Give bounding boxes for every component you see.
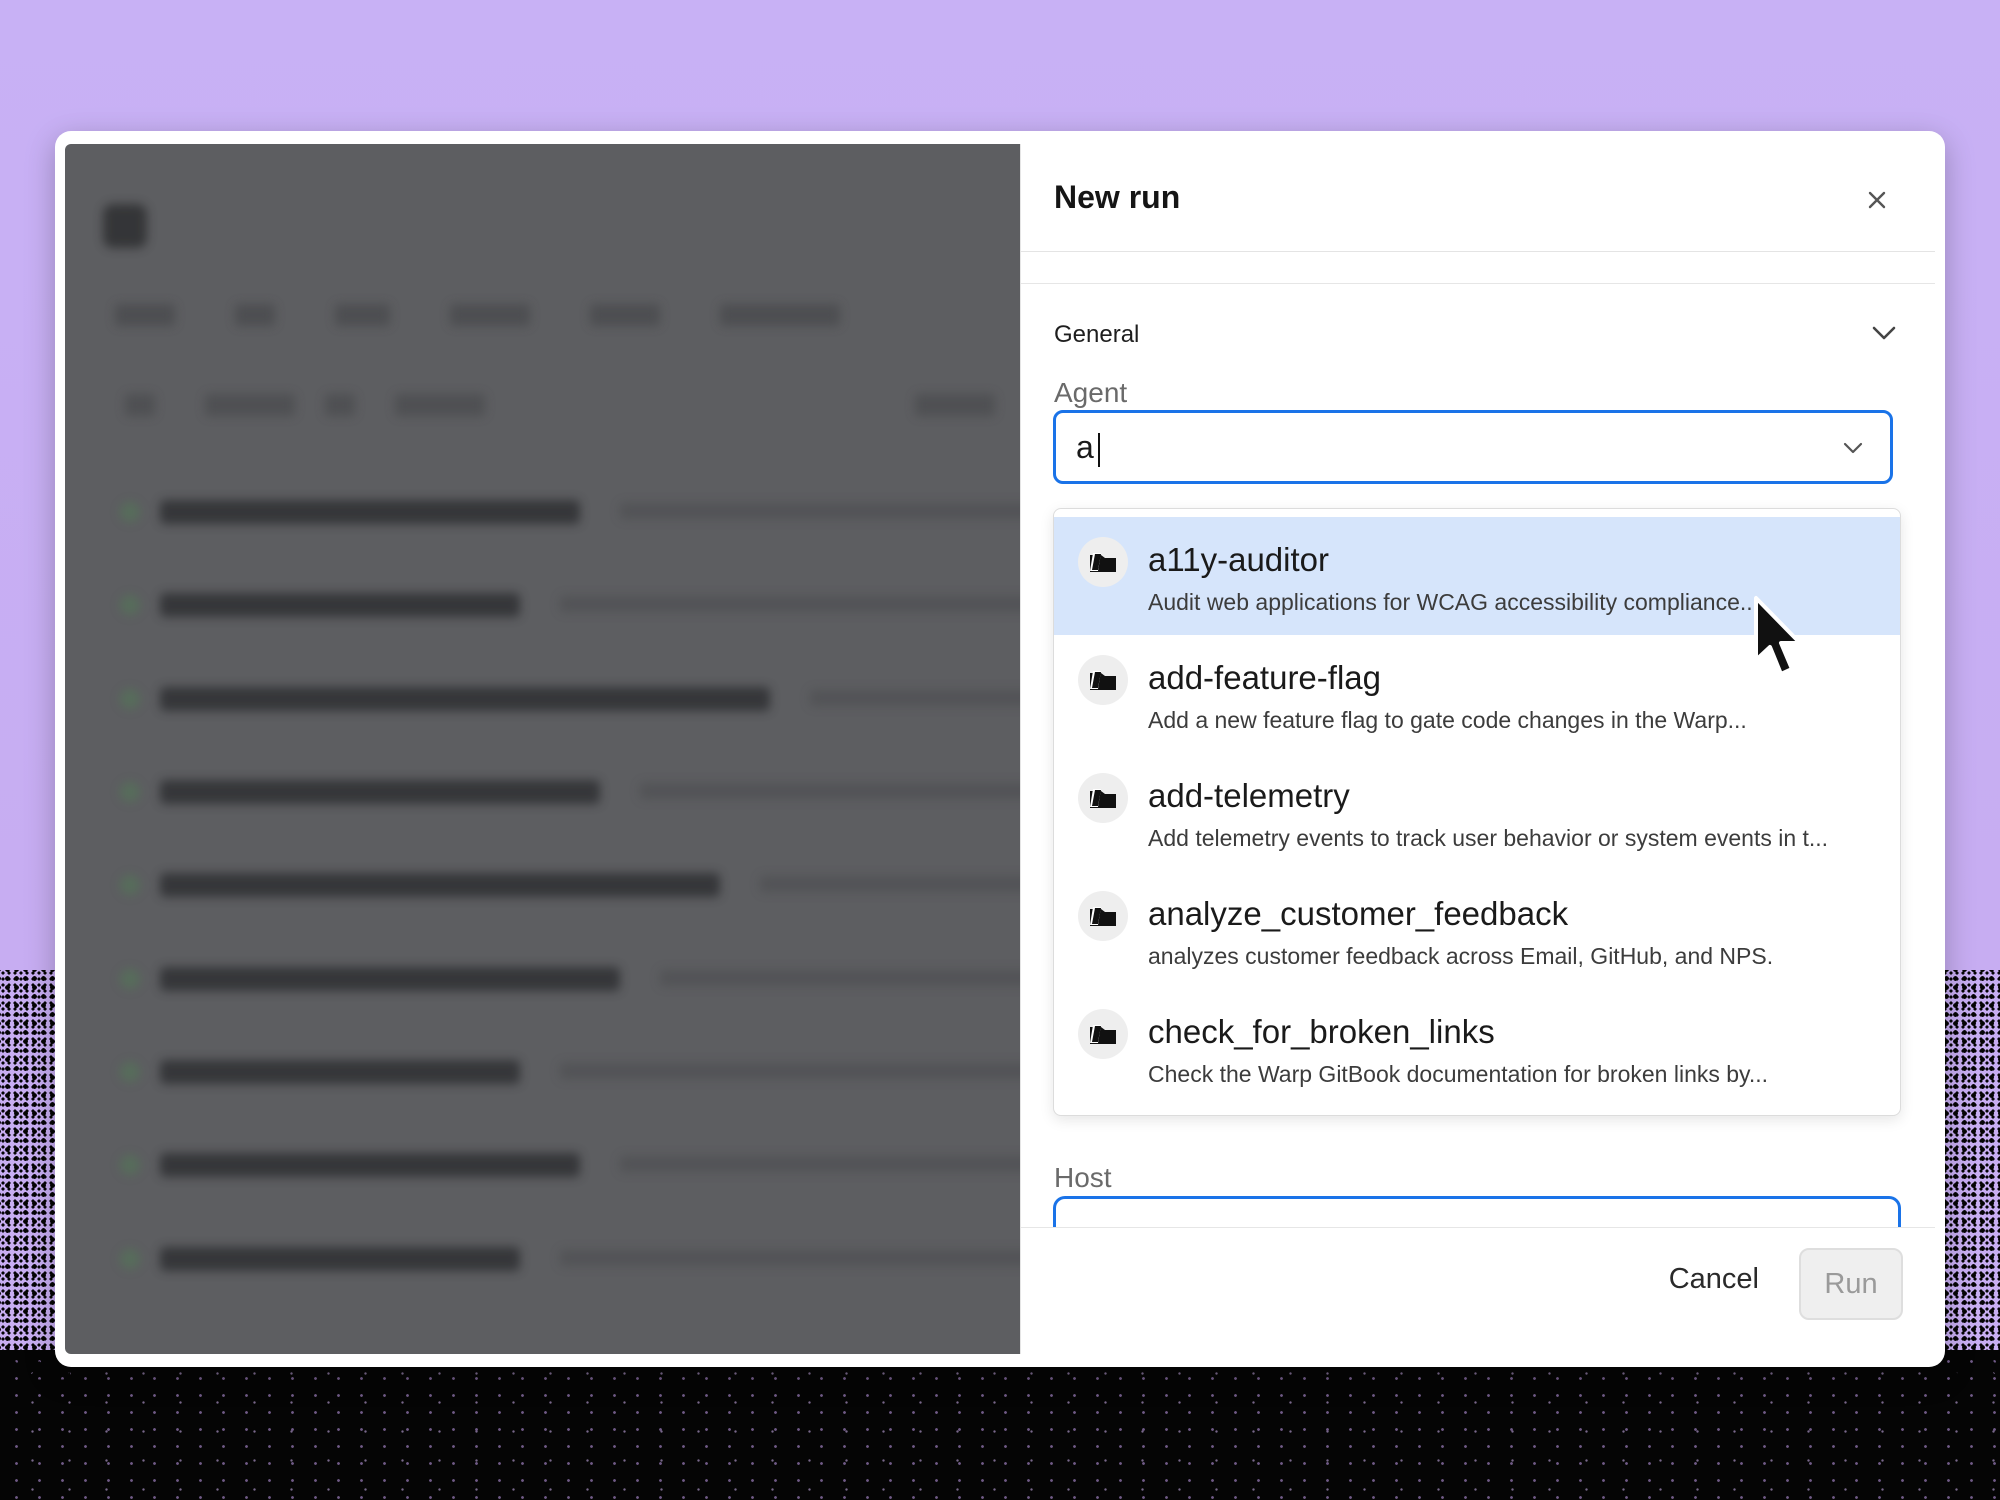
panel-header: New run (1021, 144, 1935, 252)
agent-option-name: check_for_broken_links (1148, 1013, 1495, 1050)
agent-option[interactable]: add-telemetry Add telemetry events to tr… (1054, 753, 1900, 871)
host-label: Host (1054, 1162, 1112, 1193)
agent-option-description: Audit web applications for WCAG accessib… (1148, 589, 1766, 615)
agent-option-description: Check the Warp GitBook documentation for… (1148, 1061, 1769, 1087)
agent-icon (1078, 537, 1128, 587)
background-row (120, 774, 1020, 808)
cancel-button[interactable]: Cancel (1669, 1263, 1759, 1296)
agent-icon (1078, 773, 1128, 823)
close-button[interactable] (1859, 182, 1895, 218)
general-section-toggle[interactable]: General (1054, 309, 1902, 353)
agent-icon (1078, 655, 1128, 705)
new-run-panel: New run General Agent a a11y-auditor Aud… (1020, 144, 1935, 1354)
divider (1021, 283, 1935, 284)
chevron-down-icon (1872, 326, 1896, 340)
background-filter-bar (125, 394, 995, 424)
app-window: New run General Agent a a11y-auditor Aud… (55, 131, 1945, 1367)
agent-option-name: add-feature-flag (1148, 659, 1381, 696)
agent-option[interactable]: check_for_broken_links Check the Warp Gi… (1054, 989, 1900, 1107)
background-dots (0, 1350, 2000, 1500)
background-row (120, 681, 1020, 715)
panel-footer: Cancel Run (1021, 1227, 1935, 1354)
background-row (120, 1241, 1020, 1275)
text-caret (1098, 433, 1100, 467)
panel-title: New run (1054, 179, 1181, 215)
mouse-pointer-icon (1754, 596, 1802, 676)
agent-option-name: a11y-auditor (1148, 541, 1330, 578)
background-row (120, 1147, 1020, 1181)
agent-input[interactable] (1076, 425, 1836, 469)
chevron-down-icon[interactable] (1838, 433, 1868, 463)
agent-combobox[interactable] (1053, 410, 1893, 484)
agent-option-description: analyzes customer feedback across Email,… (1148, 943, 1774, 969)
agent-option[interactable]: analyze_customer_feedback analyzes custo… (1054, 871, 1900, 989)
background-row (120, 961, 1020, 995)
run-button[interactable]: Run (1799, 1248, 1903, 1320)
close-icon (1868, 191, 1886, 209)
background-tabs (115, 304, 840, 326)
agent-option-name: analyze_customer_feedback (1148, 895, 1569, 932)
general-section-label: General (1054, 321, 1140, 348)
app-inner: New run General Agent a a11y-auditor Aud… (65, 144, 1935, 1354)
background-row (120, 1054, 1020, 1088)
agent-option-description: Add a new feature flag to gate code chan… (1148, 707, 1747, 733)
agent-option-name: add-telemetry (1148, 777, 1350, 814)
agent-icon (1078, 1009, 1128, 1059)
app-logo (103, 204, 147, 248)
agent-option-description: Add telemetry events to track user behav… (1148, 825, 1829, 851)
background-row (120, 587, 1020, 621)
background-row (120, 494, 1020, 528)
background-row (120, 867, 1020, 901)
agent-icon (1078, 891, 1128, 941)
agent-label: Agent (1054, 377, 1128, 408)
background-app-overlay (65, 144, 1020, 1354)
